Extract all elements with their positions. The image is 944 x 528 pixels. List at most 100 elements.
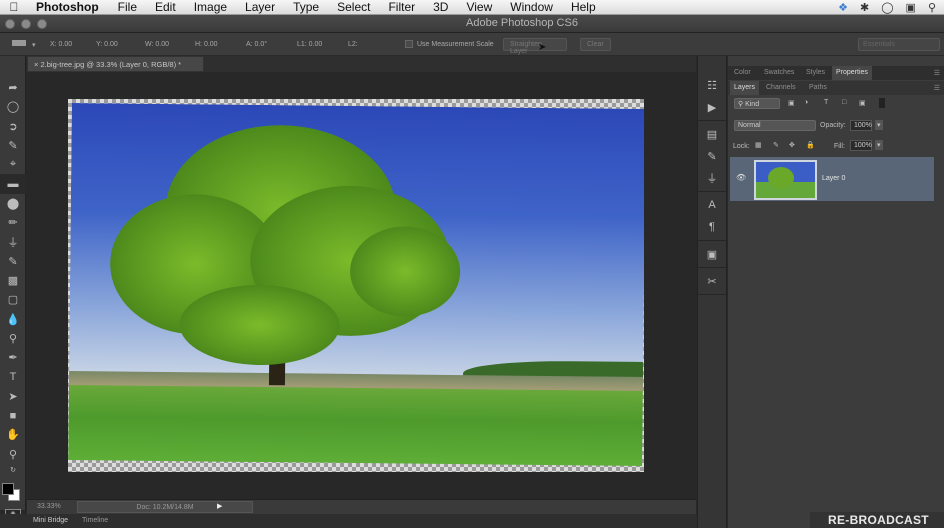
move-tool-icon[interactable]: ➦ [0, 78, 26, 97]
layer-name[interactable]: Layer 0 [822, 175, 845, 182]
quick-selection-tool-icon[interactable]: ✎ [0, 136, 26, 155]
marquee-tool-icon[interactable]: ◯ [0, 97, 26, 116]
menu-view[interactable]: View [457, 0, 501, 15]
filter-pixel-icon[interactable]: ▣ [788, 99, 795, 107]
tab-properties[interactable]: Properties [832, 66, 872, 80]
clear-button[interactable]: Clear [580, 38, 611, 51]
clone-source-panel-icon[interactable]: ⏚ [698, 167, 726, 189]
brush-presets-panel-icon[interactable]: ▤ [698, 123, 726, 145]
menu-help[interactable]: Help [562, 0, 605, 15]
document-tab[interactable]: × 2.big-tree.jpg @ 33.3% (Layer 0, RGB/8… [27, 56, 204, 72]
tab-swatches[interactable]: Swatches [764, 69, 794, 76]
zoom-tool-icon[interactable]: ⚲ [0, 445, 26, 464]
menu-3d[interactable]: 3D [424, 0, 457, 15]
tab-paths[interactable]: Paths [809, 84, 827, 91]
menu-edit[interactable]: Edit [146, 0, 185, 15]
info-panel-icon[interactable]: ▣ [698, 243, 726, 265]
tab-channels[interactable]: Channels [766, 84, 796, 91]
menubar-status-area: ❖ ✱ ◯ ▣ ⚲ [838, 0, 936, 15]
menu-image[interactable]: Image [185, 0, 236, 15]
lasso-tool-icon[interactable]: ➲ [0, 117, 26, 136]
clone-stamp-tool-icon[interactable]: ⏚ [0, 232, 26, 251]
x-readout: X: 0.00 [50, 41, 73, 48]
menu-window[interactable]: Window [501, 0, 562, 15]
filter-toggle-icon[interactable] [879, 98, 885, 108]
brush-panel-icon[interactable]: ✎ [698, 145, 726, 167]
menu-filter[interactable]: Filter [379, 0, 424, 15]
default-colors-icon[interactable]: ↻ [0, 464, 26, 476]
image-canvas[interactable] [68, 99, 644, 472]
status-menu-arrow-icon[interactable]: ▶ [217, 502, 222, 510]
document-info[interactable]: Doc: 10.2M/14.8M [77, 501, 253, 513]
blur-tool-icon[interactable]: 💧 [0, 310, 26, 329]
lock-transparent-icon[interactable]: ▦ [755, 141, 762, 149]
layer-kind-filter[interactable]: ⚲ Kind [734, 98, 780, 109]
rectangle-tool-icon[interactable]: ■ [0, 406, 26, 425]
ruler-tool-icon[interactable]: ▬ [0, 174, 26, 194]
menu-type[interactable]: Type [284, 0, 328, 15]
lock-image-icon[interactable]: ✎ [773, 141, 779, 149]
gradient-tool-icon[interactable]: ▢ [0, 290, 26, 309]
fill-field[interactable]: 100% [850, 140, 872, 151]
display-icon[interactable]: ▣ [906, 1, 916, 14]
angle-readout: A: 0.0° [246, 41, 268, 48]
blend-mode-dropdown[interactable]: Normal [734, 120, 816, 131]
l2-readout: L2: [348, 41, 358, 48]
lock-all-icon[interactable]: 🔒 [806, 141, 815, 149]
menu-file[interactable]: File [109, 0, 146, 15]
dodge-tool-icon[interactable]: ⚲ [0, 329, 26, 348]
spotlight-icon[interactable]: ⚲ [928, 1, 936, 14]
character-panel-icon[interactable]: A [698, 194, 726, 216]
workspace-dropdown[interactable]: Essentials [858, 38, 940, 51]
actions-panel-icon[interactable]: ▶ [698, 96, 726, 118]
mac-menubar:  Photoshop File Edit Image Layer Type S… [0, 0, 944, 15]
history-panel-icon[interactable]: ☷ [698, 74, 726, 96]
lock-label: Lock: [733, 143, 750, 150]
panel-menu-icon[interactable]: ☰ [934, 69, 940, 77]
hand-tool-icon[interactable]: ✋ [0, 425, 26, 444]
tab-mini-bridge[interactable]: Mini Bridge [33, 517, 68, 524]
type-tool-icon[interactable]: T [0, 367, 26, 386]
filter-type-icon[interactable]: T [824, 99, 828, 106]
foreground-color-swatch[interactable] [2, 483, 14, 495]
use-measurement-scale-checkbox[interactable] [405, 40, 413, 48]
menu-select[interactable]: Select [328, 0, 379, 15]
layer-visibility-eye-icon[interactable]: 👁 [736, 173, 746, 182]
paragraph-panel-icon[interactable]: ¶ [698, 216, 726, 238]
tab-timeline[interactable]: Timeline [82, 517, 108, 524]
path-selection-tool-icon[interactable]: ➤ [0, 387, 26, 406]
opacity-field[interactable]: 100% [850, 120, 872, 131]
close-tab-icon[interactable]: × [34, 60, 38, 69]
filter-adjustment-icon[interactable]: ◑ [804, 99, 808, 106]
bluetooth-icon[interactable]: ✱ [860, 1, 869, 14]
ruler-tool-preset-icon[interactable] [12, 40, 26, 46]
zoom-level-field[interactable]: 33.33% [37, 503, 61, 510]
filter-smart-object-icon[interactable]: ▣ [859, 99, 866, 107]
opacity-slider-arrow-icon[interactable]: ▾ [875, 120, 883, 130]
preset-dropdown-arrow-icon[interactable]: ▾ [32, 41, 36, 49]
menu-app-photoshop[interactable]: Photoshop [28, 0, 109, 14]
crop-tool-icon[interactable]: ⌖ [0, 155, 26, 174]
tab-styles[interactable]: Styles [806, 69, 825, 76]
tab-layers[interactable]: Layers [730, 81, 760, 95]
tool-presets-panel-icon[interactable]: ✂ [698, 270, 726, 292]
pen-tool-icon[interactable]: ✒ [0, 348, 26, 367]
y-readout: Y: 0.00 [96, 41, 118, 48]
layer-row[interactable]: 👁 Layer 0 [730, 157, 934, 201]
power-icon[interactable]: ◯ [881, 1, 893, 14]
lock-position-icon[interactable]: ✥ [789, 141, 795, 149]
brush-tool-icon[interactable]: ✏ [0, 213, 26, 232]
fill-slider-arrow-icon[interactable]: ▾ [875, 140, 883, 150]
eraser-tool-icon[interactable]: ▩ [0, 271, 26, 290]
menu-layer[interactable]: Layer [236, 0, 284, 15]
filter-shape-icon[interactable]: □ [842, 99, 846, 106]
dropbox-icon[interactable]: ❖ [838, 1, 848, 14]
history-brush-tool-icon[interactable]: ✎ [0, 252, 26, 271]
tree-photo [68, 103, 644, 466]
tab-color[interactable]: Color [734, 69, 751, 76]
straighten-layer-button[interactable]: Straighten Layer [503, 38, 567, 55]
spot-healing-tool-icon[interactable]: ⬤ [0, 194, 26, 213]
use-measurement-scale-label: Use Measurement Scale [417, 41, 494, 48]
layers-panel-menu-icon[interactable]: ☰ [934, 84, 940, 92]
apple-icon[interactable]:  [0, 0, 28, 14]
